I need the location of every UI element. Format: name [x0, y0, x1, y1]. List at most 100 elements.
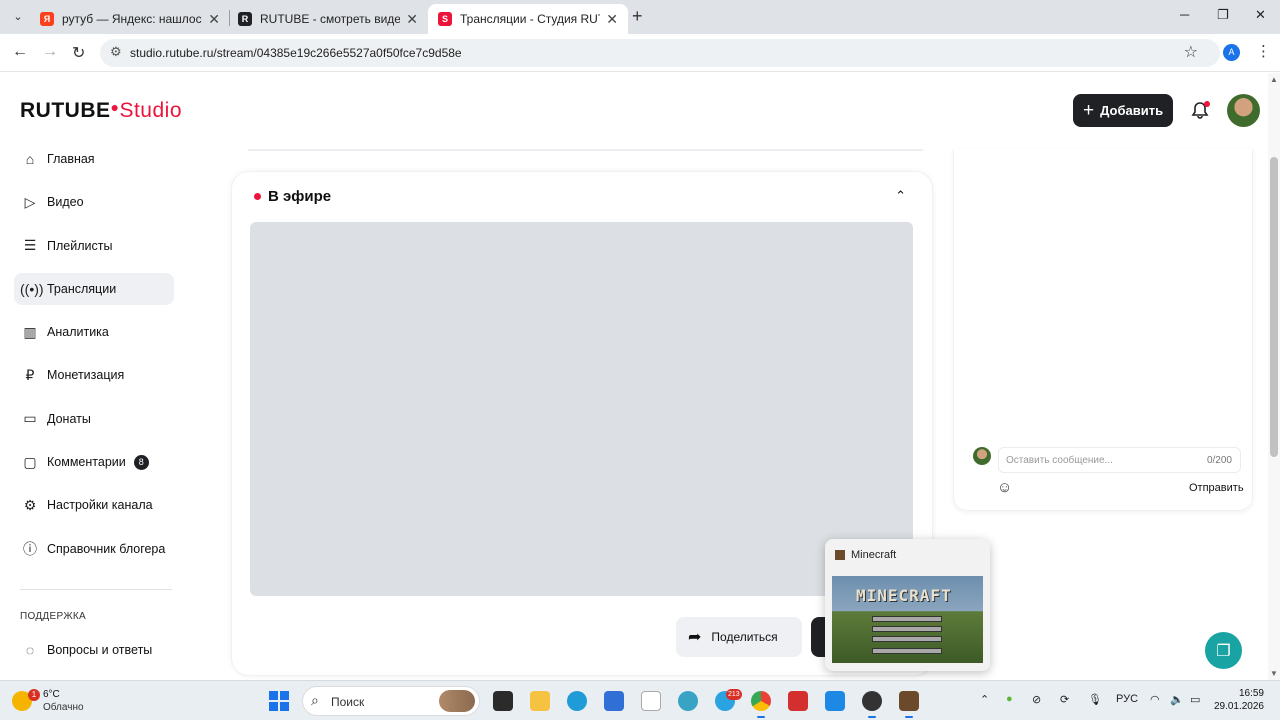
sidebar-item-label: Плейлисты	[47, 238, 113, 253]
tab-yandex[interactable]: Я рутуб — Яндекс: нашлось 5 тыс ✕	[30, 4, 230, 34]
back-icon[interactable]: ←	[12, 43, 28, 61]
obs-icon[interactable]	[862, 691, 882, 718]
microphone-icon[interactable]: 🎙	[1088, 693, 1102, 706]
scroll-down-icon[interactable]: ▼	[1270, 669, 1278, 678]
comments-count-badge: 8	[133, 454, 149, 470]
card-divider	[248, 149, 923, 151]
sidebar-item-video[interactable]: ▷ Видео	[14, 186, 174, 218]
sidebar-item-label: Монетизация	[47, 368, 125, 383]
new-tab-icon[interactable]: +	[632, 6, 643, 27]
url-text[interactable]: studio.rutube.ru/stream/04385e19c266e552…	[130, 46, 462, 60]
edge-icon[interactable]	[567, 691, 587, 711]
broadcast-icon: ((•))	[20, 280, 44, 297]
sidebar-item-home[interactable]: ⌂ Главная	[14, 143, 174, 175]
collapse-chevron-icon[interactable]: ⌃	[895, 188, 906, 204]
thumbnail-menu-bar	[872, 626, 942, 632]
notepad-icon[interactable]	[641, 691, 661, 711]
editor-app-icon[interactable]	[825, 691, 845, 711]
notification-dot	[1204, 101, 1210, 107]
tray-app-icon[interactable]: ●	[1006, 693, 1013, 705]
tray-sync-icon[interactable]: ⟳	[1060, 693, 1069, 706]
weather-condition: Облачно	[43, 702, 84, 713]
file-explorer-icon[interactable]	[530, 691, 550, 711]
tab-title: рутуб — Яндекс: нашлось 5 тыс	[62, 12, 202, 26]
profile-avatar[interactable]: A	[1223, 44, 1240, 61]
language-indicator[interactable]: РУС	[1116, 693, 1138, 705]
minecraft-window-preview[interactable]: Minecraft MINECRAFT	[825, 539, 990, 671]
share-button[interactable]: ➦ Поделиться	[676, 617, 802, 657]
task-view-icon[interactable]	[493, 691, 513, 711]
rutube-studio-logo[interactable]: RUTUBE●Studio	[20, 99, 182, 123]
taskbar-clock[interactable]: 16:59 29.01.2026	[1212, 687, 1264, 713]
site-settings-icon[interactable]: ⚙	[110, 44, 122, 60]
minecraft-app-icon	[835, 550, 845, 560]
send-button[interactable]: Отправить	[1189, 482, 1244, 494]
close-tab-icon[interactable]: ✕	[406, 11, 418, 28]
share-label: Поделиться	[711, 630, 778, 644]
kaspersky-icon[interactable]	[788, 691, 808, 711]
reload-icon[interactable]: ↻	[72, 43, 85, 63]
clock-time: 16:59	[1238, 688, 1264, 699]
sidebar-item-faq[interactable]: ◌ Вопросы и ответы	[14, 634, 174, 666]
close-tab-icon[interactable]: ✕	[208, 11, 220, 28]
sidebar-faq: ◌ Вопросы и ответы	[14, 634, 174, 677]
add-button-label: Добавить	[1100, 103, 1164, 118]
sidebar-item-donations[interactable]: ▭ Донаты	[14, 403, 174, 435]
browser-menu-icon[interactable]: ⋮	[1256, 42, 1271, 60]
network-app-icon[interactable]	[678, 691, 698, 711]
battery-icon[interactable]: ▭	[1190, 693, 1200, 706]
sidebar-item-comments[interactable]: ▢ Комментарии 8	[14, 446, 174, 478]
add-button[interactable]: + Добавить	[1073, 94, 1173, 127]
sidebar-item-label: Справочник блогера	[47, 541, 166, 556]
support-chat-icon[interactable]: ❐	[1205, 632, 1242, 669]
weather-temperature: 6°C	[43, 689, 60, 700]
browser-tabstrip: ⌄ Я рутуб — Яндекс: нашлось 5 тыс ✕ R RU…	[0, 0, 1280, 34]
scrollbar-thumb[interactable]	[1270, 157, 1278, 457]
taskbar-search[interactable]: ⌕ Поиск	[302, 686, 480, 716]
sidebar-item-label: Комментарии	[47, 455, 126, 470]
sidebar-item-playlists[interactable]: ☰ Плейлисты	[14, 230, 174, 262]
logo-brand: RUTUBE	[20, 99, 111, 122]
restore-icon[interactable]: ❐	[1217, 7, 1229, 23]
wifi-icon[interactable]: ◠	[1150, 693, 1160, 706]
notifications-bell-icon[interactable]	[1190, 101, 1210, 121]
thumbnail-menu-bar	[872, 648, 942, 654]
user-avatar[interactable]	[1227, 94, 1260, 127]
tray-disabled-icon[interactable]: ⊘	[1032, 693, 1041, 706]
logo-studio: Studio	[119, 99, 183, 122]
video-player[interactable]	[250, 222, 913, 596]
sidebar-item-streams[interactable]: ((•)) Трансляции	[14, 272, 174, 305]
chrome-icon[interactable]	[751, 691, 771, 718]
tab-studio[interactable]: S Трансляции - Студия RUTUBE ✕	[428, 4, 628, 34]
sidebar-item-label: Настройки канала	[47, 498, 153, 513]
tab-title: RUTUBE - смотреть видео онлайн	[260, 12, 400, 26]
scroll-up-icon[interactable]: ▲	[1270, 75, 1278, 84]
sidebar-item-analytics[interactable]: ▥ Аналитика	[14, 316, 174, 348]
tab-search-icon[interactable]: ⌄	[8, 7, 28, 27]
sidebar-item-label: Вопросы и ответы	[47, 643, 153, 657]
minecraft-taskbar-icon[interactable]	[899, 691, 919, 718]
minecraft-logo-text: MINECRAFT	[856, 586, 952, 605]
close-tab-icon[interactable]: ✕	[606, 11, 618, 28]
sidebar-item-blogger-guide[interactable]: ⓘ Справочник блогера	[14, 533, 174, 565]
windows-start-icon[interactable]	[269, 691, 289, 711]
sidebar-item-monetization[interactable]: ₽ Монетизация	[14, 359, 174, 391]
forward-icon[interactable]: →	[42, 43, 58, 61]
comment-icon: ▢	[23, 453, 37, 470]
emoji-icon[interactable]: ☺	[997, 479, 1012, 496]
minimize-icon[interactable]: ─	[1180, 7, 1189, 22]
taskbar-search-label: Поиск	[331, 695, 365, 709]
volume-icon[interactable]: 🔈	[1170, 693, 1184, 706]
omnibox[interactable]: ⚙ studio.rutube.ru/stream/04385e19c266e5…	[100, 39, 1220, 67]
chat-message-input[interactable]: Оставить сообщение... 0/200	[998, 447, 1241, 473]
bookmark-star-icon[interactable]: ☆	[1184, 42, 1198, 62]
store-icon[interactable]	[604, 691, 624, 711]
sidebar-item-channel-settings[interactable]: ⚙ Настройки канала	[14, 489, 174, 521]
close-window-icon[interactable]: ✕	[1255, 7, 1266, 23]
weather-widget[interactable]: 1 6°C Облачно	[10, 687, 120, 715]
tab-rutube[interactable]: R RUTUBE - смотреть видео онлайн ✕	[228, 4, 428, 34]
plus-icon: +	[1083, 100, 1095, 121]
sidebar-item-label: Донаты	[47, 411, 91, 426]
minecraft-thumbnail[interactable]: MINECRAFT	[832, 576, 983, 663]
tray-expand-icon[interactable]: ⌃	[980, 693, 989, 706]
